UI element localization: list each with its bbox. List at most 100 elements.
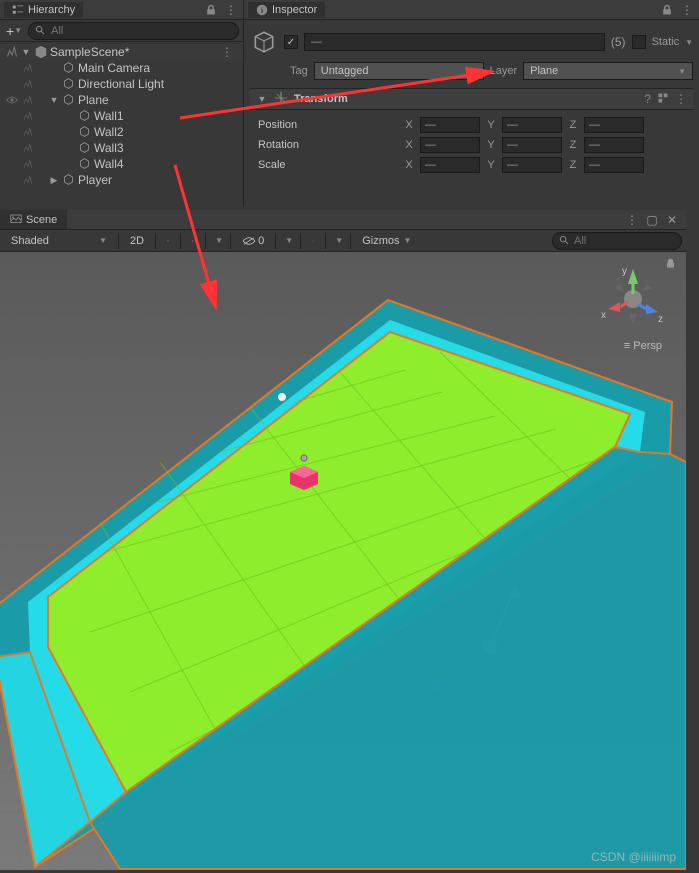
hierarchy-search-input[interactable] (51, 25, 232, 37)
hierarchy-header: Hierarchy ⋮ (0, 0, 243, 20)
create-dropdown[interactable]: + ▼ (4, 23, 24, 39)
gizmo-lock-icon[interactable] (665, 258, 676, 272)
info-icon: i (256, 4, 268, 16)
scene-menu-icon[interactable]: ⋮ (215, 45, 239, 59)
tree-item-wall3[interactable]: Wall3 (0, 140, 243, 156)
preset-icon[interactable] (657, 92, 669, 107)
search-icon (559, 235, 570, 247)
tree-item-player[interactable]: ▶ Player (0, 172, 243, 188)
name-input[interactable] (304, 33, 605, 51)
scale-x-input[interactable] (420, 157, 480, 173)
menu-icon[interactable]: ⋮ (223, 2, 239, 18)
shading-value: Shaded (11, 235, 49, 247)
foldout-icon[interactable]: ▼ (20, 47, 32, 57)
pickable-icon[interactable] (20, 159, 36, 169)
transform-icon (274, 91, 288, 108)
inspector-panel: i Inspector ⋮ ✓ (5) Static ▼ (244, 0, 699, 207)
tree-item-label: Wall1 (94, 109, 239, 123)
scene-search-input[interactable] (574, 235, 699, 247)
scene-tab[interactable]: Scene (0, 210, 67, 229)
effects-dropdown[interactable]: ▼ (210, 232, 226, 250)
position-row: Position X Y Z (258, 116, 685, 134)
position-z-input[interactable] (584, 117, 644, 133)
tag-dropdown[interactable]: Untagged ▼ (314, 62, 484, 80)
static-checkbox[interactable] (632, 35, 646, 49)
scale-z-input[interactable] (584, 157, 644, 173)
scene-search[interactable] (552, 232, 682, 250)
scale-y-input[interactable] (502, 157, 562, 173)
help-icon[interactable]: ? (644, 92, 651, 107)
tree-item-wall4[interactable]: Wall4 (0, 156, 243, 172)
tree-item-directional-light[interactable]: Directional Light (0, 76, 243, 92)
pickable-icon[interactable] (20, 111, 36, 121)
pickable-icon[interactable] (20, 95, 36, 105)
rotation-x-input[interactable] (420, 137, 480, 153)
pickable-icon[interactable] (20, 175, 36, 185)
tree-item-label: Wall2 (94, 125, 239, 139)
transform-title: Transform (294, 93, 638, 105)
camera-dropdown[interactable]: ▼ (330, 232, 346, 250)
static-label: Static (652, 36, 680, 48)
tree-item-label: Player (78, 173, 239, 187)
menu-icon[interactable]: ⋮ (679, 2, 695, 18)
hierarchy-search[interactable] (28, 22, 239, 40)
y-label: Y (484, 119, 498, 131)
lock-icon[interactable] (203, 2, 219, 18)
menu-icon[interactable]: ⋮ (675, 92, 687, 107)
tools-dropdown[interactable] (305, 232, 321, 250)
scene-row[interactable]: ▼ SampleScene* ⋮ (0, 44, 243, 60)
lock-icon[interactable] (659, 2, 675, 18)
audio-toggle[interactable] (185, 232, 201, 250)
layer-dropdown[interactable]: Plane ▼ (523, 62, 693, 80)
pickable-icon[interactable] (20, 143, 36, 153)
orientation-gizmo[interactable]: y x z (598, 264, 668, 334)
lighting-toggle[interactable] (160, 232, 176, 250)
menu-icon[interactable]: ⋮ (624, 212, 640, 228)
grid-dropdown[interactable]: ▼ (280, 232, 296, 250)
tree-item-plane[interactable]: ▼ Plane (0, 92, 243, 108)
mode-2d-toggle[interactable]: 2D (123, 232, 151, 250)
search-icon (35, 25, 47, 37)
shading-dropdown[interactable]: Shaded ▼ (4, 232, 114, 250)
scene-viewport[interactable]: y x z ≡ Persp CSDN @iiiiiiimp (0, 252, 686, 870)
foldout-icon[interactable]: ▼ (256, 94, 268, 104)
tree-item-main-camera[interactable]: Main Camera (0, 60, 243, 76)
selection-count: (5) (611, 35, 626, 49)
gameobject-icon[interactable] (250, 28, 278, 56)
tree-item-wall1[interactable]: Wall1 (0, 108, 243, 124)
static-dropdown-icon[interactable]: ▼ (685, 38, 693, 47)
gameobject-icon (62, 173, 76, 187)
hierarchy-panel: Hierarchy ⋮ + ▼ (0, 0, 244, 207)
active-checkbox[interactable]: ✓ (284, 35, 298, 49)
pickable-icon[interactable] (20, 63, 36, 73)
perspective-label[interactable]: ≡ Persp (624, 340, 662, 352)
position-x-input[interactable] (420, 117, 480, 133)
visibility-icon[interactable] (4, 46, 20, 58)
gizmos-dropdown[interactable]: Gizmos ▼ (355, 232, 418, 250)
position-y-input[interactable] (502, 117, 562, 133)
pickable-icon[interactable] (20, 127, 36, 137)
transform-header[interactable]: ▼ Transform ? ⋮ (250, 88, 693, 110)
gameobject-icon (62, 61, 76, 75)
tree-item-wall2[interactable]: Wall2 (0, 124, 243, 140)
maximize-icon[interactable]: ✕ (664, 212, 680, 228)
tree-item-label: Main Camera (78, 61, 239, 75)
tree-item-label: Directional Light (78, 77, 239, 91)
visibility-icon[interactable] (4, 95, 20, 105)
y-axis-label: y (622, 266, 627, 277)
gameobject-icon (78, 141, 92, 155)
foldout-icon[interactable]: ▶ (48, 175, 60, 186)
watermark: CSDN @iiiiiiimp (591, 850, 676, 864)
inspector-tab[interactable]: i Inspector (248, 2, 325, 18)
collapse-icon[interactable]: ▢ (644, 212, 660, 228)
inspector-title: Inspector (272, 4, 317, 16)
foldout-icon[interactable]: ▼ (48, 95, 60, 105)
rotation-y-input[interactable] (502, 137, 562, 153)
pickable-icon[interactable] (20, 79, 36, 89)
hidden-objects[interactable]: 0 (235, 232, 271, 250)
hierarchy-toolbar: + ▼ (0, 20, 243, 42)
rotation-label: Rotation (258, 139, 398, 151)
scene-tab-bar: Scene ⋮ ▢ ✕ (0, 210, 686, 230)
hierarchy-tab[interactable]: Hierarchy (4, 2, 83, 18)
rotation-z-input[interactable] (584, 137, 644, 153)
